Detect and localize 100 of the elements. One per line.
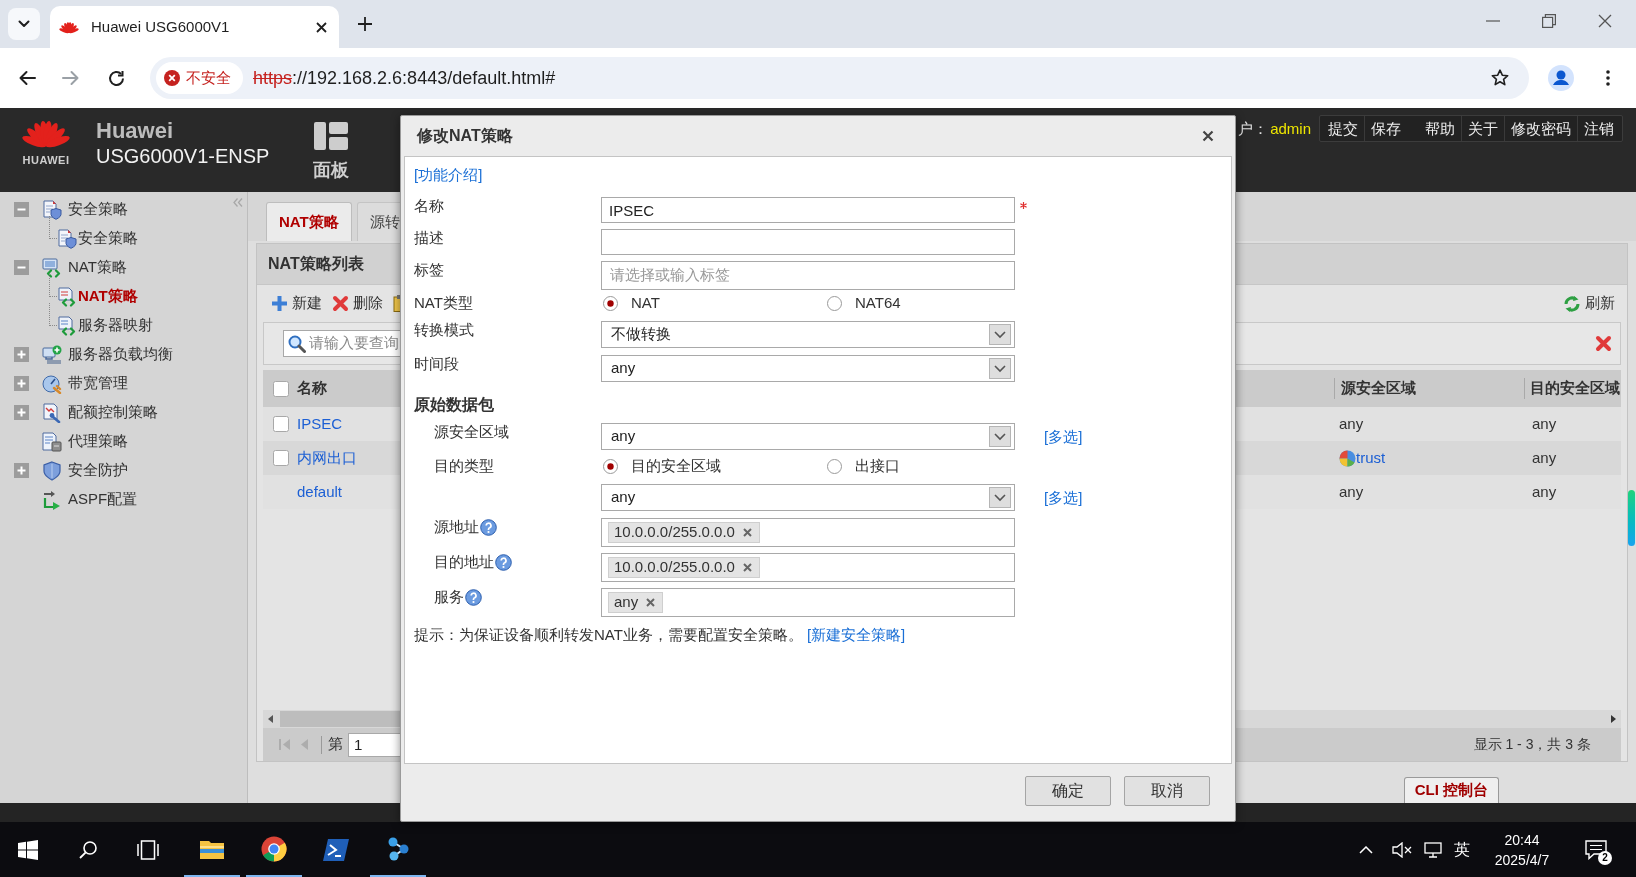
tree-item[interactable]: NAT策略 — [68, 256, 127, 279]
browser-tab[interactable]: Huawei USG6000V1 — [50, 6, 339, 48]
windows-logo-icon[interactable] — [18, 839, 38, 860]
tree-item[interactable]: 配额控制策略 — [68, 401, 158, 424]
select-field[interactable]: 不做转换 — [601, 321, 1015, 348]
task-view-icon[interactable] — [137, 839, 159, 860]
header-action-link[interactable]: 帮助 — [1419, 116, 1461, 141]
more-vertical-icon[interactable] — [1606, 70, 1610, 86]
help-link[interactable]: [功能介绍] — [414, 166, 483, 184]
zone-link[interactable]: trust — [1356, 446, 1386, 470]
tree-item[interactable]: NAT策略 — [78, 285, 138, 308]
refresh-icon — [1563, 294, 1581, 313]
header-action-link[interactable]: 保存 — [1364, 116, 1407, 141]
section-heading: 原始数据包 — [414, 396, 494, 413]
cancel-button[interactable]: 取消 — [1124, 776, 1210, 806]
select-field[interactable]: any — [601, 355, 1015, 382]
scroll-right-icon[interactable] — [1611, 715, 1616, 723]
toolbar-button[interactable]: 删除 — [332, 292, 383, 315]
tree-item[interactable]: 代理策略 — [68, 430, 128, 453]
clock-time: 20:44 — [1504, 830, 1540, 850]
input-method-indicator[interactable]: 英 — [1454, 837, 1470, 862]
cli-console-button[interactable]: CLI 控制台 — [1403, 777, 1499, 803]
tree-item[interactable]: ASPF配置 — [68, 488, 138, 511]
multi-select-link[interactable]: [多选] — [1044, 484, 1083, 511]
collapse-icon[interactable] — [14, 260, 29, 275]
column-header: 目的安全区域 — [1530, 378, 1620, 399]
radio-button[interactable] — [827, 458, 842, 474]
expand-icon[interactable] — [14, 463, 29, 478]
forward-arrow-icon[interactable] — [62, 70, 80, 86]
address-bar[interactable]: 不安全 https://192.168.2.6:8443/default.html# — [150, 57, 1529, 99]
multi-select-link[interactable]: [多选] — [1044, 423, 1083, 450]
tree-item[interactable]: 安全策略 — [68, 198, 128, 221]
header-action-link[interactable]: 注销 — [1577, 116, 1620, 141]
help-icon[interactable] — [480, 518, 497, 536]
confirm-button[interactable]: 确定 — [1025, 776, 1111, 806]
scrollbar-thumb[interactable] — [1628, 490, 1635, 546]
radio-label[interactable]: NAT — [631, 291, 660, 315]
text-input[interactable] — [601, 229, 1015, 255]
reload-icon[interactable] — [108, 69, 125, 87]
policy-name-link[interactable]: 内网出口 — [297, 446, 357, 470]
close-icon[interactable] — [1202, 130, 1214, 142]
chevron-up-icon[interactable] — [1359, 845, 1373, 854]
security-chip[interactable]: 不安全 — [156, 62, 243, 94]
radio-label[interactable]: 出接口 — [855, 454, 900, 478]
star-icon[interactable] — [1491, 69, 1509, 87]
tag-chip[interactable]: 10.0.0.0/255.0.0.0 — [608, 522, 760, 543]
radio-button[interactable] — [603, 458, 618, 474]
select-field[interactable]: any — [601, 484, 1015, 511]
profile-icon[interactable] — [1548, 65, 1574, 91]
expand-icon[interactable] — [14, 405, 29, 420]
pie-chart-icon — [1339, 449, 1356, 467]
remove-icon[interactable] — [742, 563, 752, 572]
checkbox[interactable] — [273, 380, 289, 397]
radio-button[interactable] — [603, 295, 618, 311]
remove-icon[interactable] — [742, 528, 752, 537]
expand-icon[interactable] — [14, 347, 29, 362]
content-tab[interactable]: NAT策略 — [266, 202, 352, 241]
tree-item[interactable]: 安全防护 — [68, 459, 128, 482]
tree-item[interactable]: 服务器负载均衡 — [68, 343, 173, 366]
monitor-icon[interactable] — [1424, 841, 1442, 858]
search-icon[interactable] — [79, 840, 97, 859]
tree-item[interactable]: 服务器映射 — [78, 314, 153, 337]
refresh-button[interactable]: 刷新 — [1563, 292, 1615, 315]
help-icon[interactable] — [495, 553, 512, 571]
tag-input[interactable]: 10.0.0.0/255.0.0.0 — [601, 518, 1015, 547]
tag-chip[interactable]: any — [608, 592, 664, 613]
tree-item[interactable]: 安全策略 — [78, 227, 138, 250]
plus-icon[interactable] — [358, 17, 372, 31]
radio-label[interactable]: NAT64 — [855, 291, 901, 315]
tag-chip[interactable]: 10.0.0.0/255.0.0.0 — [608, 557, 760, 578]
radio-label[interactable]: 目的安全区域 — [631, 454, 721, 478]
toolbar-button[interactable]: 新建 — [271, 292, 322, 315]
help-icon[interactable] — [465, 588, 482, 606]
policy-name-link[interactable]: default — [297, 480, 343, 504]
header-action-link[interactable]: 修改密码 — [1504, 116, 1577, 141]
cross-icon[interactable] — [1595, 335, 1612, 352]
radio-button[interactable] — [827, 295, 842, 311]
tag-input[interactable]: 10.0.0.0/255.0.0.0 — [601, 553, 1015, 582]
remove-icon[interactable] — [646, 598, 656, 607]
tag-input[interactable]: any — [601, 588, 1015, 617]
checkbox[interactable] — [273, 450, 289, 466]
column-header: 源安全区域 — [1341, 378, 1416, 399]
header-action-link[interactable]: 提交 — [1322, 116, 1364, 141]
new-policy-link[interactable]: [新建安全策略] — [806, 626, 906, 644]
text-input[interactable]: IPSEC — [601, 197, 1015, 223]
policy-name-link[interactable]: IPSEC — [297, 412, 342, 436]
tree-item[interactable]: 带宽管理 — [68, 372, 128, 395]
panel-button[interactable]: 面板 — [306, 108, 356, 180]
scroll-left-icon[interactable] — [268, 715, 273, 723]
checkbox[interactable] — [273, 416, 289, 432]
select-field[interactable]: any — [601, 423, 1015, 450]
close-icon[interactable] — [316, 21, 327, 33]
speaker-muted-icon[interactable] — [1392, 841, 1412, 858]
expand-icon[interactable] — [14, 376, 29, 391]
tab-search-button[interactable] — [8, 8, 40, 40]
header-action-link[interactable]: 关于 — [1461, 116, 1504, 141]
user-label: 户： — [1238, 119, 1269, 139]
collapse-icon[interactable] — [14, 202, 29, 217]
back-arrow-icon[interactable] — [18, 70, 36, 86]
restore-icon[interactable] — [1542, 14, 1556, 28]
